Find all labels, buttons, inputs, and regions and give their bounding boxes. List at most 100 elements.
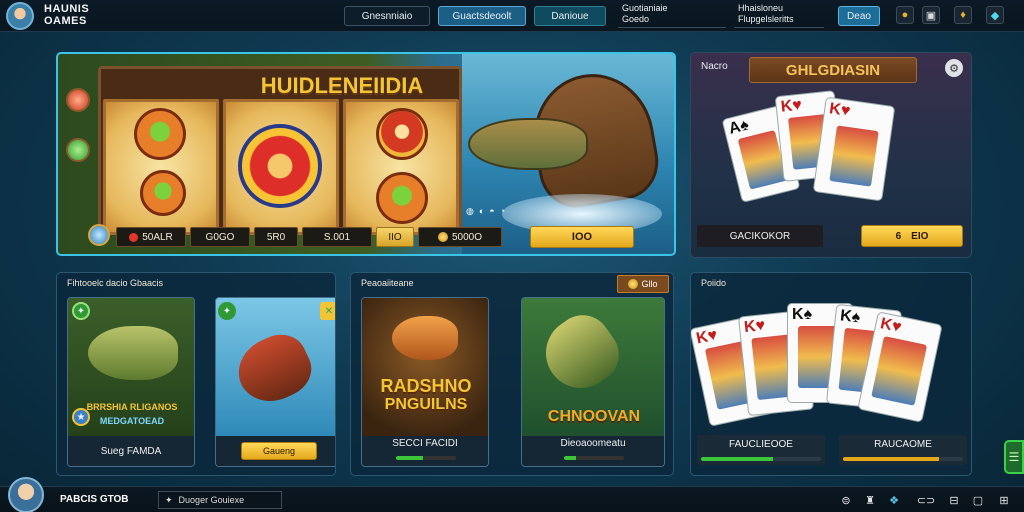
- section-badge[interactable]: Gllo: [617, 275, 669, 293]
- multiplier-button[interactable]: IIO: [376, 227, 414, 247]
- fish-badge-icon: ✕: [320, 302, 335, 320]
- grid-icon[interactable]: ⊞: [996, 492, 1012, 508]
- game-tile-bass[interactable]: ✦ ★ BRRSHIA RLIGANOS MEDGATOEAD Sueg FAM…: [67, 297, 195, 467]
- window-icon[interactable]: ▣: [922, 6, 940, 24]
- card-panel-title: GHLGDIASIN: [749, 57, 917, 83]
- username[interactable]: PABCIS GTOB: [60, 494, 129, 505]
- game-tile-chnoovan[interactable]: CHNOOVAN Dieoaoomeatu: [521, 297, 665, 467]
- tile-name: SECCI FACIDI: [392, 438, 458, 449]
- card-game-footer[interactable]: FAUCLIEOOE: [697, 435, 825, 465]
- coins-field[interactable]: 5000O: [418, 227, 502, 247]
- bet-value: G0GO: [205, 231, 235, 243]
- lines-field[interactable]: 5R0: [254, 227, 298, 247]
- tile-progress: [564, 456, 624, 460]
- menu-icon[interactable]: ⊟: [946, 492, 962, 508]
- tile-progress-fill: [564, 456, 576, 460]
- green-orb-icon[interactable]: [66, 138, 90, 162]
- tile-progress: [396, 456, 456, 460]
- player-info-line1: Hhaisloneu: [738, 3, 784, 13]
- card-play-prefix: 6: [895, 230, 902, 242]
- tower-icon[interactable]: ♜: [862, 492, 878, 508]
- primary-nav-button[interactable]: Guactsdeoolt: [438, 6, 526, 26]
- card-suit: ♥: [890, 317, 903, 337]
- settings-icon[interactable]: ⚙: [945, 59, 963, 77]
- card-face: [871, 336, 928, 406]
- bolt-icon: ✦: [165, 494, 173, 505]
- bet-value-field[interactable]: G0GO: [190, 227, 250, 247]
- bottom-search[interactable]: ✦ Duoger Gouiexe: [158, 491, 282, 509]
- game-tile-radshno[interactable]: RADSHNO PNGUILNS SECCI FACIDI: [361, 297, 489, 467]
- boat-illustration: [228, 325, 320, 413]
- bet-label: 50ALR: [142, 231, 173, 243]
- spin-button[interactable]: IOO: [530, 226, 634, 248]
- primary-nav-label: Guactsdeoolt: [452, 10, 512, 22]
- trophy-icon[interactable]: ♦: [954, 6, 972, 24]
- top-bar: HAUNIS OAMES Gnesnniaio Guactsdeoolt Dan…: [0, 0, 1024, 32]
- coins-value: 5000O: [451, 231, 483, 243]
- logo-avatar[interactable]: [6, 2, 34, 30]
- link-icon[interactable]: ⊂⊃: [916, 492, 936, 508]
- section-title: Peaoaiiteane: [361, 278, 414, 288]
- bet-field[interactable]: 50ALR: [116, 227, 186, 247]
- bet-bar: 50ALR G0GO 5R0 S.001 IIO 5000O: [116, 226, 502, 248]
- card-game-label[interactable]: GACIKOKOR: [697, 225, 823, 247]
- card-games-section: Poiido K♥ K♥ K♠ K♠ K♥ FAUCLIEOOE RAUCAOME: [690, 272, 972, 476]
- slot-game-panel[interactable]: HUIDLENEIIDIA ◍ ◐ ◓ ◔ 50ALR G0GO 5R0 S.0…: [56, 52, 676, 256]
- search-field[interactable]: Gnesnniaio: [344, 6, 430, 26]
- mini-icon[interactable]: ◔: [500, 206, 505, 217]
- popular-section: Peaoaiiteane Gllo RADSHNO PNGUILNS SECCI…: [350, 272, 674, 476]
- brand-logo[interactable]: HAUNIS OAMES: [44, 3, 89, 27]
- slot-reel-frame: HUIDLENEIIDIA: [98, 66, 462, 235]
- fish-token-icon: [376, 108, 428, 160]
- secondary-nav-button[interactable]: Danioue: [534, 6, 606, 26]
- brand-line1: HAUNIS: [44, 3, 90, 15]
- card-rank: K: [792, 306, 804, 323]
- card-game-bar-fill: [701, 457, 773, 461]
- mini-icon[interactable]: ◓: [489, 206, 494, 217]
- game-tile-splash[interactable]: ✦ ✕ Gaueng: [215, 297, 335, 467]
- chat-icon[interactable]: ☰: [1004, 440, 1024, 474]
- tile-art-title: RADSHNO: [380, 376, 472, 396]
- player-info[interactable]: Hhaisloneu Flupgelsleritts: [734, 2, 824, 28]
- mini-icon[interactable]: ◍: [466, 206, 474, 217]
- total-field[interactable]: S.001: [302, 227, 372, 247]
- tile-footer: Dieoaoomeatu: [522, 436, 664, 466]
- gem-icon[interactable]: [88, 224, 110, 246]
- red-orb-icon[interactable]: [66, 88, 90, 112]
- coin-icon: [628, 279, 639, 289]
- slot-title: HUIDLENEIIDIA: [260, 73, 424, 98]
- card-play-button[interactable]: 6 EIO: [861, 225, 963, 247]
- playing-card[interactable]: K♥: [812, 96, 896, 202]
- diamond-icon[interactable]: ◆: [986, 6, 1004, 24]
- reel-3: [343, 99, 459, 235]
- card-suit: ♥: [754, 316, 766, 335]
- total-value: S.001: [323, 231, 351, 243]
- bottom-search-text: Duoger Gouiexe: [178, 495, 245, 505]
- user-avatar[interactable]: [8, 477, 44, 512]
- settings-icon[interactable]: ❖: [886, 492, 902, 508]
- card-game-panel[interactable]: Nacro GHLGDIASIN ⚙ A♠ K♥ K♥ GACIKOKOR 6 …: [690, 52, 972, 258]
- section-title: Poiido: [701, 278, 727, 288]
- featured-section: Fihtooelc dacio Gbaacis ✦ ★ BRRSHIA RLIG…: [56, 272, 336, 476]
- play-button[interactable]: Gaueng: [241, 442, 317, 460]
- card-face: [829, 125, 879, 187]
- tile-footer: Sueg FAMDA: [68, 436, 194, 466]
- fish-illustration: [392, 316, 458, 360]
- window-icon[interactable]: ▢: [970, 492, 986, 508]
- account-button[interactable]: Deao: [838, 6, 880, 26]
- tile-name: Sueg FAMDA: [100, 445, 162, 457]
- lines-value: 5R0: [266, 231, 286, 243]
- balance-info-line2: Goedo: [622, 14, 650, 24]
- coin-icon: [437, 232, 448, 242]
- star-icon[interactable]: ●: [896, 6, 914, 24]
- balance-info[interactable]: Guotianiaie Goedo: [618, 2, 726, 28]
- gamepad-icon[interactable]: ⊜: [838, 492, 854, 508]
- card-game-footer[interactable]: RAUCAOME: [839, 435, 967, 465]
- mini-icon[interactable]: ◐: [479, 206, 484, 217]
- play-label: Gaueng: [262, 446, 296, 456]
- tile-footer: SECCI FACIDI: [362, 436, 488, 466]
- leaf-icon: ✦: [72, 302, 90, 320]
- fish-illustration: [468, 118, 588, 170]
- card-game-bar-fill: [843, 457, 939, 461]
- fish-illustration: [532, 304, 630, 402]
